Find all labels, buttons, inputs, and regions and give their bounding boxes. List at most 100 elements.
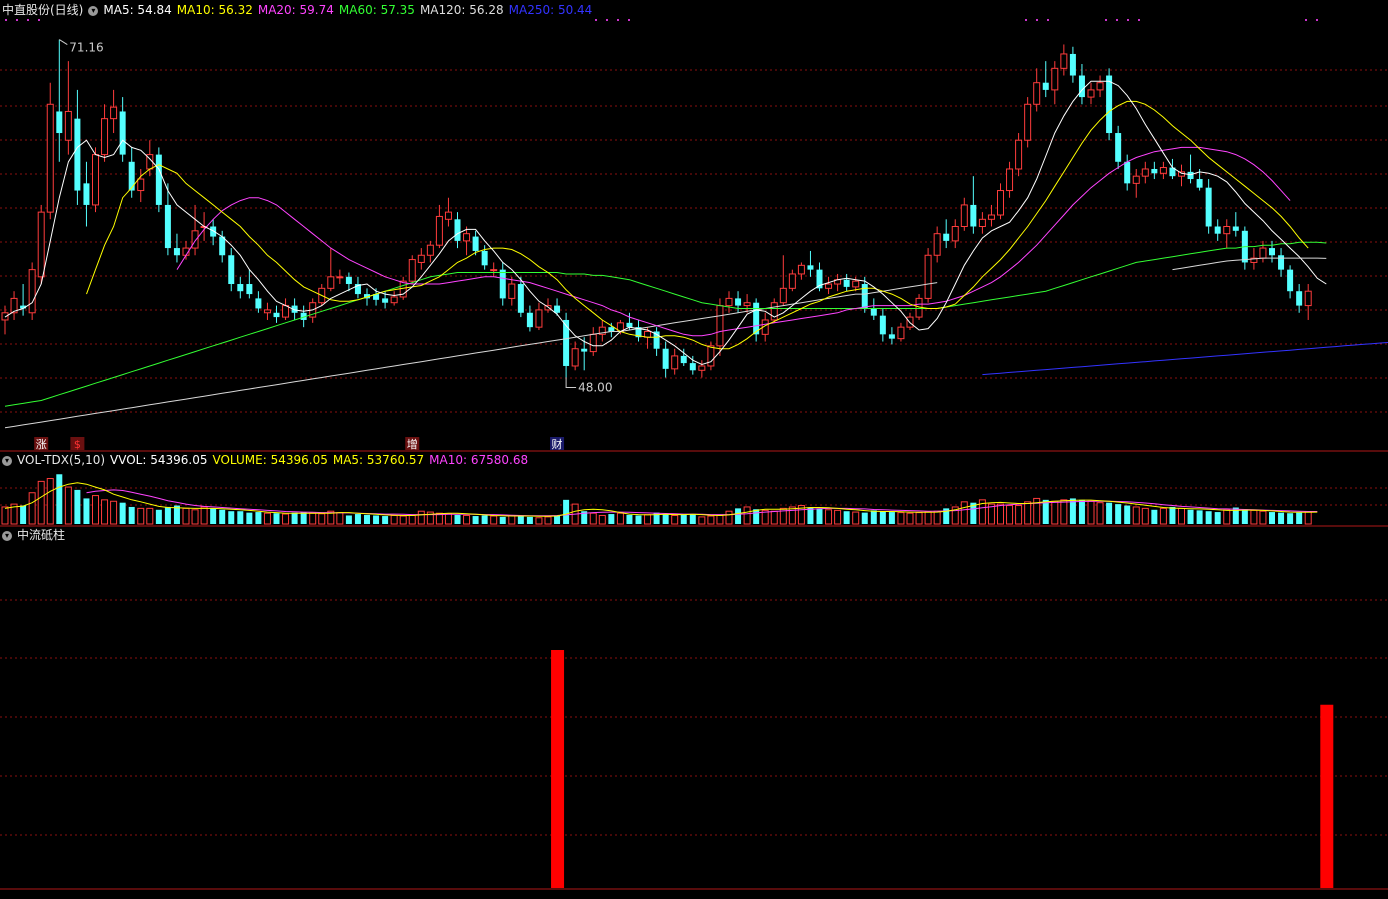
ma-legend-item: MA10: 56.32	[176, 3, 253, 17]
candle-body	[46, 103, 54, 213]
volume-panel[interactable]	[1, 474, 1318, 525]
candle-body	[444, 211, 452, 220]
volume-bar	[544, 516, 552, 525]
volume-bar	[255, 512, 262, 524]
candle-body	[779, 287, 787, 304]
settings-icon[interactable]: ▾	[2, 530, 12, 541]
high-label: 71.16	[69, 41, 103, 55]
volume-bar	[1042, 499, 1049, 524]
candle-body	[426, 244, 434, 256]
candle-body	[255, 298, 262, 309]
volume-legend-item: VOLUME: 54396.05	[212, 453, 328, 467]
chart-stage: 71.16 48.00 涨 $ 增 财 中直股份(日线) ▾ MA5: 54.84 MA10: …	[0, 0, 1388, 895]
volume-bar	[1141, 507, 1149, 525]
price-panel[interactable]: 71.16 48.00 涨 $ 增 财	[1, 39, 1388, 451]
candle-body	[589, 333, 597, 353]
candle-body	[219, 236, 226, 256]
candle-body	[454, 219, 461, 241]
ma5-line	[4, 80, 1327, 366]
candle-body	[481, 250, 488, 266]
volume-bar	[1159, 507, 1167, 525]
candle-body	[273, 312, 280, 318]
volume-bar	[589, 512, 597, 525]
candle-body	[563, 319, 570, 366]
candle-body	[978, 218, 986, 228]
volume-bar	[716, 514, 724, 525]
volume-bar	[1015, 505, 1023, 525]
volume-bar	[852, 511, 860, 525]
volume-bar	[707, 515, 715, 525]
settings-icon[interactable]: ▾	[88, 5, 99, 16]
candle-body	[92, 154, 99, 206]
volume-bar	[1151, 509, 1158, 524]
volume-bar	[92, 495, 99, 525]
volume-bar	[200, 506, 208, 525]
volume-bar	[345, 515, 352, 524]
volume-legend-item: VVOL: 54396.05	[110, 453, 208, 467]
volume-bar	[1132, 506, 1140, 525]
candle-body	[1006, 168, 1014, 192]
indicator-panel[interactable]	[551, 650, 1334, 888]
volume-bar	[861, 512, 868, 524]
volume-bar	[897, 512, 905, 525]
marker-dot	[628, 19, 630, 21]
settings-icon[interactable]: ▾	[2, 455, 12, 466]
candle-body	[408, 259, 416, 282]
volume-bar	[1115, 504, 1122, 524]
volume-bar	[228, 511, 235, 524]
volume-bar	[499, 516, 506, 524]
candle-body	[1078, 75, 1085, 98]
candle-body	[435, 215, 443, 246]
candle-body	[263, 309, 271, 314]
candle-body	[155, 154, 162, 205]
volume-bar	[1304, 511, 1312, 525]
candle-body	[608, 327, 615, 332]
volume-legend-item: MA5: 53760.57	[332, 453, 425, 467]
volume-bar	[788, 506, 796, 525]
candle-body	[933, 233, 941, 256]
volume-bar	[20, 505, 27, 524]
candle-body	[56, 111, 63, 134]
volume-bar	[210, 508, 217, 524]
chart-svg: 71.16 48.00 涨 $ 增 财	[0, 19, 1388, 890]
volume-bar	[1278, 512, 1285, 524]
candle-body	[110, 106, 118, 120]
candle-body	[137, 178, 145, 192]
volume-bar	[28, 492, 36, 525]
ma-legend-item: MA60: 57.35	[338, 3, 415, 17]
indicator-panel-header: ▾ 中流砥柱	[2, 527, 70, 543]
candle-body	[508, 283, 516, 299]
volume-bar	[463, 514, 471, 525]
volume-bar	[128, 506, 135, 524]
low-pointer	[565, 377, 577, 388]
indicator-bar	[1320, 704, 1334, 888]
candle-body	[1015, 139, 1023, 170]
candle-body	[725, 297, 733, 307]
marker-dot	[1316, 19, 1318, 21]
candle-body	[1024, 103, 1032, 141]
volume-bar	[671, 514, 679, 525]
volume-bar	[364, 514, 370, 524]
candle-body	[1096, 82, 1104, 91]
volume-bar	[1169, 506, 1176, 524]
candle-body	[671, 355, 679, 370]
marker-dot	[38, 19, 40, 21]
candle-body	[879, 315, 886, 335]
volume-bar	[770, 510, 778, 525]
candle-body	[327, 276, 335, 289]
volume-bar	[743, 506, 751, 525]
volume-bar	[1051, 500, 1059, 525]
marker-dot	[16, 19, 18, 21]
volume-bar	[336, 512, 344, 525]
volume-bar	[843, 511, 850, 524]
volume-bar	[1259, 510, 1267, 525]
candle-body	[336, 276, 344, 279]
volume-bar	[1, 506, 9, 525]
volume-bar	[535, 517, 543, 525]
candle-body	[64, 110, 72, 141]
candle-body	[1069, 53, 1076, 76]
volume-bar	[1006, 505, 1014, 525]
volume-bar	[390, 514, 398, 525]
marker-dot	[606, 19, 608, 21]
volume-bar	[1187, 509, 1194, 524]
